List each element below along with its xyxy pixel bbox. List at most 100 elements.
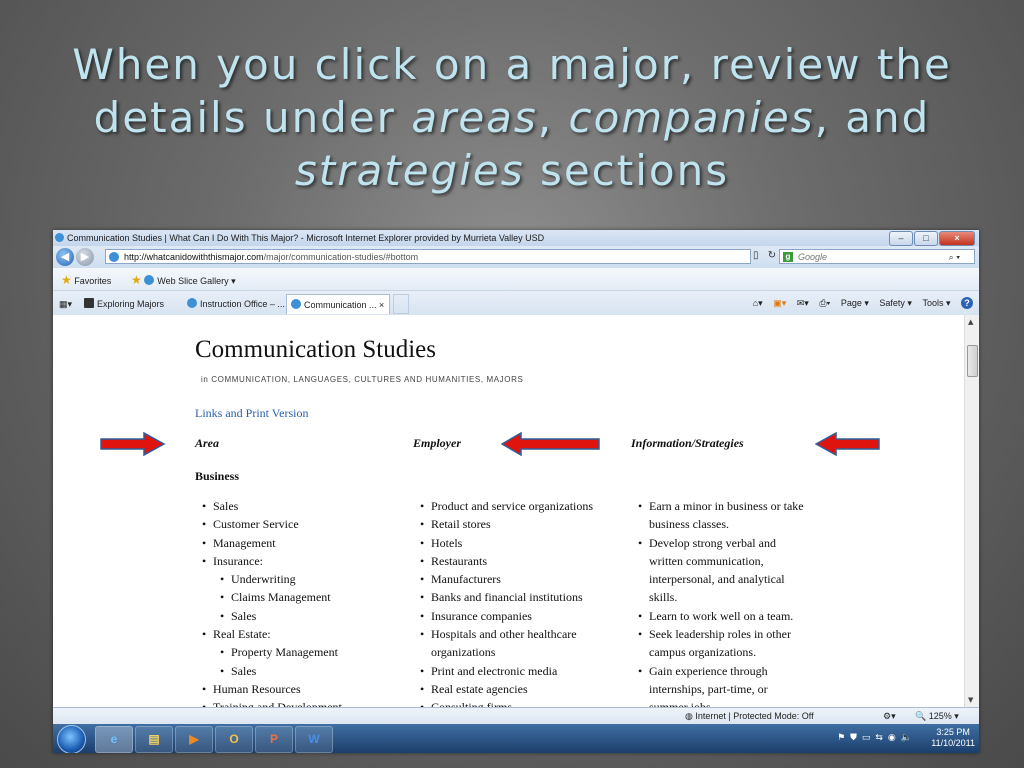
print-icon[interactable]: ⎙▾ [819,298,830,308]
browser-screenshot: Communication Studies | What Can I Do Wi… [53,230,979,753]
list-item: Underwriting [195,570,405,589]
forward-button[interactable]: ▶ [76,248,94,266]
list-item: Property Management [195,643,405,662]
url-domain: http://whatcanidowiththismajor.com [124,252,264,262]
page-content: Communication Studies in COMMUNICATION, … [53,315,965,707]
info-list: Earn a minor in business or take busines… [631,497,841,707]
list-item-continued: organizations [431,645,496,660]
tab-instruction-office[interactable]: Instruction Office – ... [183,294,285,314]
web-slice-gallery[interactable]: ★ Web Slice Gallery ▾ [131,273,236,287]
protected-icon[interactable]: ⚙▾ [883,711,896,722]
list-item: Training and Development [195,698,405,707]
employer-list: Product and service organizations Retail… [413,497,623,707]
back-button[interactable]: ◀ [56,248,74,266]
list-item: Retail stores [413,515,623,534]
page-icon [109,252,119,262]
zoom-level[interactable]: 🔍 125% ▾ [915,711,959,722]
column-area: Area [195,436,219,450]
list-item-continued: business classes. [649,517,729,532]
search-box[interactable]: g Google ⌕ ▾ [779,249,975,264]
list-item: Human Resources [195,680,405,699]
page-title: Communication Studies [195,336,436,363]
mail-icon[interactable]: ✉▾ [797,298,809,308]
page-menu[interactable]: Page ▾ [841,298,869,308]
minimize-button[interactable]: – [889,231,913,246]
list-item-continued: campus organizations. [649,645,757,660]
tab-communication[interactable]: Communication ... × [286,294,390,314]
address-bar[interactable]: http://whatcanidowiththismajor.com/major… [105,249,751,264]
section-business: Business [195,469,240,483]
security-zone[interactable]: ◍ Internet | Protected Mode: Off [685,711,814,722]
status-bar: ◍ Internet | Protected Mode: Off ⚙▾ 🔍 12… [53,707,979,725]
search-icon[interactable]: ⌕ ▾ [949,250,960,265]
list-item: Seek leadership roles in other [631,625,841,644]
list-item: Hospitals and other healthcare [413,625,623,644]
scroll-thumb[interactable] [967,345,978,377]
tab-row: ▦▾ Exploring Majors Instruction Office –… [53,291,979,316]
taskbar-ie[interactable]: e [95,726,133,753]
close-button[interactable]: × [939,231,975,246]
list-item: Hotels [413,534,623,553]
list-item: Real estate agencies [413,680,623,699]
ie-icon [144,275,155,285]
tab-label: Communication ... [304,300,377,310]
refresh-icon[interactable]: ↻ [768,250,776,261]
scroll-down-icon[interactable]: ▼ [968,696,973,704]
clock-date: 11/10/2011 [931,738,975,748]
maximize-button[interactable]: □ [914,231,938,246]
taskbar-explorer[interactable]: ▤ [135,726,173,753]
system-tray-icons[interactable]: ⚑⛊▭⇆◉🔈 [837,733,917,743]
quick-tabs-icon[interactable]: ▦▾ [56,294,76,314]
title-end: sections [524,146,730,195]
google-icon: g [783,252,793,262]
favorites-label: Favorites [74,276,112,286]
list-item: Real Estate: [195,625,405,644]
red-arrow-left [501,432,600,456]
start-button[interactable] [57,725,86,753]
tab-label: Exploring Majors [97,299,165,309]
list-item: Gain experience through [631,662,841,681]
taskbar-outlook[interactable]: O [215,726,253,753]
help-icon[interactable]: ? [961,297,973,309]
column-employer: Employer [413,436,461,450]
new-tab-button[interactable] [393,294,409,314]
list-item: Manufacturers [413,570,623,589]
red-arrow-right [100,432,166,456]
links-print-link[interactable]: Links and Print Version [195,406,308,421]
home-icon[interactable]: ⌂▾ [753,298,763,308]
list-item: Claims Management [195,588,405,607]
red-arrow-left [815,432,880,456]
ie-icon [291,299,301,309]
list-item: Insurance companies [413,607,623,626]
tools-menu[interactable]: Tools ▾ [922,298,950,308]
tab-close-icon[interactable]: × [379,300,384,310]
add-favorite-icon: ★ [131,273,142,287]
clock[interactable]: 3:25 PM 11/10/2011 [931,727,975,749]
feeds-icon[interactable]: ▣▾ [773,298,786,308]
zone-label: Internet | Protected Mode: Off [695,711,814,721]
page-category: in COMMUNICATION, LANGUAGES, CULTURES AN… [201,375,524,384]
list-item: Learn to work well on a team. [631,607,841,626]
window-titlebar: Communication Studies | What Can I Do Wi… [53,230,979,246]
list-item: Customer Service [195,515,405,534]
taskbar: e ▤ ▶ O P W ⚑⛊▭⇆◉🔈 3:25 PM 11/10/2011 [53,724,979,753]
safety-menu[interactable]: Safety ▾ [879,298,912,308]
compat-view-icon[interactable]: ▯ [753,250,759,261]
tab-exploring-majors[interactable]: Exploring Majors [80,294,180,314]
title-companies: companies [568,93,815,142]
column-info: Information/Strategies [631,436,744,450]
scroll-up-icon[interactable]: ▲ [968,318,973,326]
taskbar-word[interactable]: W [295,726,333,753]
taskbar-media[interactable]: ▶ [175,726,213,753]
list-item: Insurance: [195,552,405,571]
list-item-continued: skills. [649,590,678,605]
list-item-continued: summer jobs. [631,698,841,707]
favorites-button[interactable]: ★ Favorites [61,273,111,287]
list-item: Sales [195,607,405,626]
area-list: Sales Customer Service Management Insura… [195,497,405,707]
taskbar-powerpoint[interactable]: P [255,726,293,753]
vertical-scrollbar[interactable]: ▲ ▼ [964,315,979,707]
list-item: Restaurants [413,552,623,571]
command-bar: ⌂▾ ▣▾ ✉▾ ⎙▾ Page ▾ Safety ▾ Tools ▾ ? [745,297,973,309]
zoom-value: 125% [928,711,952,721]
